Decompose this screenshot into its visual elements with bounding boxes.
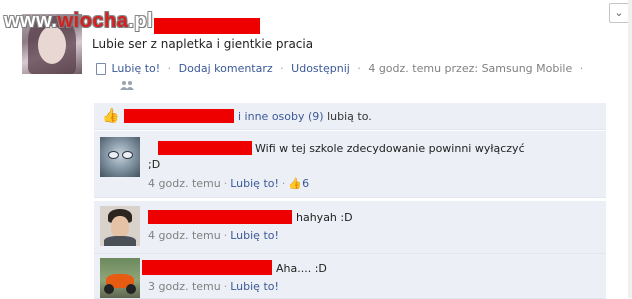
comment-item: Aha.... :D 3 godz. temu · Lubię to! <box>94 254 606 299</box>
commenter-avatar[interactable] <box>100 206 140 246</box>
comment-like-link[interactable]: Lubię to! <box>230 280 279 293</box>
comment-text: Aha.... :D <box>276 262 327 275</box>
story-options-chevron-down-icon[interactable]: ⌄ <box>609 3 629 23</box>
post-text: Lubie ser z napletka i gientkie pracia <box>92 37 314 51</box>
watermark-prefix: www. <box>4 10 58 32</box>
scrollbar[interactable] <box>628 0 632 298</box>
comment-item: hahyah :D 4 godz. temu · Lubię to! <box>94 201 606 254</box>
post-actions-bar: Lubię to! · Dodaj komentarz · Udostępnij… <box>96 62 587 75</box>
comment-timestamp: 3 godz. temu <box>148 280 221 293</box>
comment-like-link[interactable]: Lubię to! <box>230 229 279 242</box>
comment-timestamp: 4 godz. temu <box>148 177 221 190</box>
likes-suffix: lubią to. <box>323 110 372 123</box>
people-icon <box>120 81 134 90</box>
add-comment-link[interactable]: Dodaj komentarz <box>179 62 273 75</box>
commenter-avatar[interactable] <box>100 137 140 177</box>
redacted-commenter-name <box>142 260 272 275</box>
watermark-suffix: .pl <box>128 10 154 32</box>
watermark-brand: wiocha <box>57 10 129 32</box>
thumbs-up-icon: 👍 <box>102 108 120 124</box>
share-link[interactable]: Udostępnij <box>291 62 350 75</box>
likers-link[interactable]: i inne osoby (9) <box>238 110 324 123</box>
comment-item: Wifi w tej szkole zdecydowanie powinni w… <box>94 131 606 198</box>
post-timestamp: 4 godz. temu przez: Samsung Mobile <box>368 62 573 75</box>
comment-text-line2: ;D <box>148 158 161 171</box>
comment-text: Wifi w tej szkole zdecydowanie powinni w… <box>255 142 525 155</box>
like-link[interactable]: Lubię to! <box>112 62 161 75</box>
redacted-liker-name <box>124 109 234 123</box>
redacted-commenter-name <box>158 141 252 155</box>
wiocha-watermark: www.wiocha.pl <box>4 10 153 33</box>
redacted-author-name <box>154 18 260 34</box>
phone-icon <box>96 63 106 75</box>
comment-like-count[interactable]: 👍6 <box>288 177 309 190</box>
redacted-commenter-name <box>148 210 292 224</box>
comment-like-link[interactable]: Lubię to! <box>230 177 279 190</box>
comment-timestamp: 4 godz. temu <box>148 229 221 242</box>
thumbs-up-icon: 👍 <box>288 177 303 190</box>
commenter-avatar[interactable] <box>100 258 140 298</box>
likes-summary: 👍 i inne osoby (9) lubią to. <box>94 103 606 130</box>
comment-text: hahyah :D <box>296 211 353 224</box>
